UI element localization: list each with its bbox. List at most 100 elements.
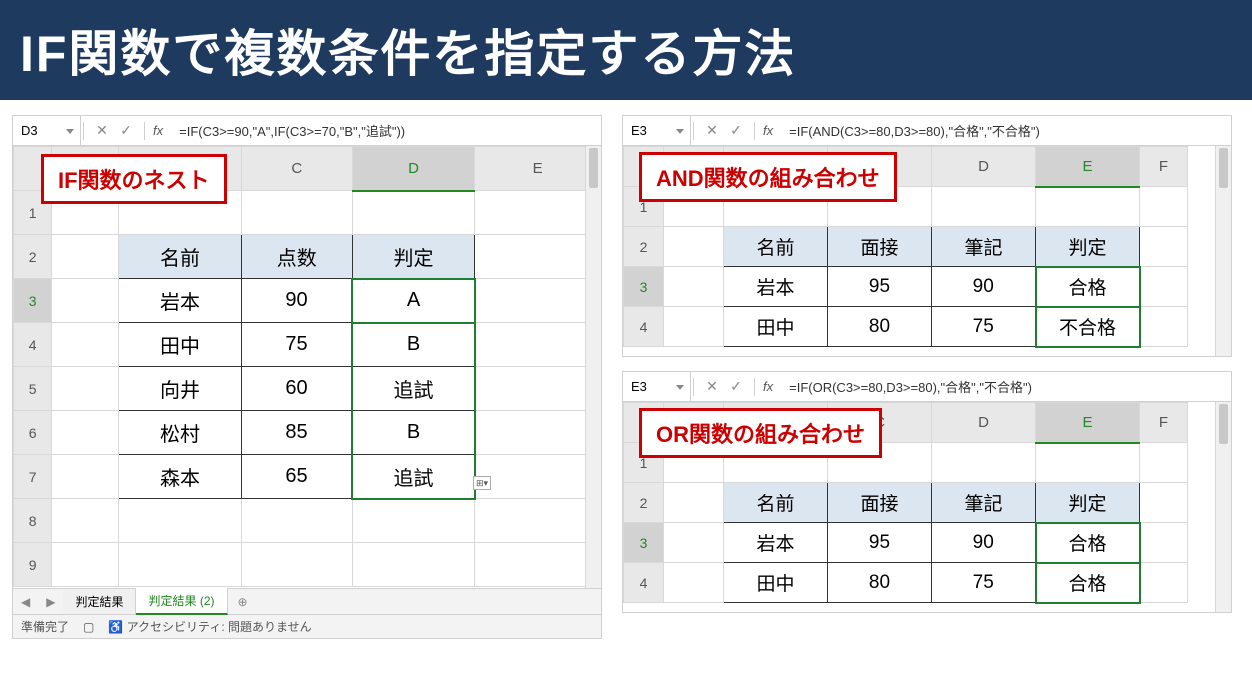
cell[interactable] bbox=[932, 187, 1036, 227]
name-box[interactable]: E3 bbox=[623, 116, 691, 145]
formula-input[interactable]: =IF(AND(C3>=80,D3>=80),"合格","不合格") bbox=[779, 121, 1231, 140]
cell[interactable] bbox=[664, 307, 724, 347]
cell[interactable] bbox=[664, 523, 724, 563]
cell-c2[interactable]: 90 bbox=[932, 267, 1036, 307]
cell[interactable] bbox=[1036, 187, 1140, 227]
cell[interactable] bbox=[475, 191, 601, 235]
cell-c1[interactable]: 95 bbox=[828, 267, 932, 307]
cell[interactable] bbox=[475, 235, 601, 279]
cell[interactable] bbox=[52, 235, 119, 279]
cell-judge[interactable]: 不合格 bbox=[1036, 307, 1140, 347]
cell[interactable] bbox=[475, 499, 601, 543]
header-judge[interactable]: 判定 bbox=[1036, 483, 1140, 523]
row-header-9[interactable]: 9 bbox=[14, 543, 52, 587]
cell-name[interactable]: 向井 bbox=[119, 367, 241, 411]
cell-c2[interactable]: 90 bbox=[932, 523, 1036, 563]
fx-icon[interactable]: fx bbox=[147, 123, 169, 138]
fx-icon[interactable]: fx bbox=[757, 379, 779, 394]
cell[interactable] bbox=[475, 543, 601, 587]
cell[interactable] bbox=[664, 267, 724, 307]
cell[interactable] bbox=[1140, 563, 1188, 603]
cell[interactable] bbox=[475, 367, 601, 411]
cancel-icon[interactable]: ✕ bbox=[700, 120, 724, 142]
confirm-icon[interactable]: ✓ bbox=[724, 120, 748, 142]
cell[interactable] bbox=[1140, 483, 1188, 523]
row-header-8[interactable]: 8 bbox=[14, 499, 52, 543]
cancel-icon[interactable]: ✕ bbox=[90, 120, 114, 142]
row-header-3[interactable]: 3 bbox=[624, 267, 664, 307]
cell[interactable] bbox=[475, 279, 601, 323]
cell[interactable] bbox=[241, 191, 352, 235]
col-header-D[interactable]: D bbox=[932, 403, 1036, 443]
cell[interactable] bbox=[52, 279, 119, 323]
cell[interactable] bbox=[52, 323, 119, 367]
cell[interactable] bbox=[1140, 307, 1188, 347]
header-name[interactable]: 名前 bbox=[119, 235, 241, 279]
cell-judge[interactable]: 合格 bbox=[1036, 563, 1140, 603]
cell-score[interactable]: 65 bbox=[241, 455, 352, 499]
cell-score[interactable]: 85 bbox=[241, 411, 352, 455]
col-header-F[interactable]: F bbox=[1140, 147, 1188, 187]
cell-name[interactable]: 松村 bbox=[119, 411, 241, 455]
cell[interactable] bbox=[52, 499, 119, 543]
cell-name[interactable]: 田中 bbox=[119, 323, 241, 367]
cell-name[interactable]: 田中 bbox=[724, 307, 828, 347]
name-box[interactable]: D3 bbox=[13, 116, 81, 145]
row-header-4[interactable]: 4 bbox=[14, 323, 52, 367]
cell[interactable] bbox=[664, 227, 724, 267]
header-written[interactable]: 筆記 bbox=[932, 483, 1036, 523]
vertical-scrollbar[interactable] bbox=[1215, 146, 1231, 356]
row-header-7[interactable]: 7 bbox=[14, 455, 52, 499]
col-header-F[interactable]: F bbox=[1140, 403, 1188, 443]
col-header-E[interactable]: E bbox=[1036, 403, 1140, 443]
row-header-3[interactable]: 3 bbox=[624, 523, 664, 563]
cell[interactable] bbox=[1140, 523, 1188, 563]
cell[interactable] bbox=[52, 367, 119, 411]
vertical-scrollbar[interactable] bbox=[1215, 402, 1231, 612]
cell[interactable] bbox=[1140, 187, 1188, 227]
cell[interactable] bbox=[1036, 443, 1140, 483]
cell[interactable] bbox=[664, 483, 724, 523]
row-header-4[interactable]: 4 bbox=[624, 563, 664, 603]
cell-judge[interactable]: B bbox=[352, 323, 474, 367]
fx-icon[interactable]: fx bbox=[757, 123, 779, 138]
name-box[interactable]: E3 bbox=[623, 372, 691, 401]
row-header-5[interactable]: 5 bbox=[14, 367, 52, 411]
header-name[interactable]: 名前 bbox=[724, 483, 828, 523]
cell-judge[interactable]: 追試 bbox=[352, 367, 474, 411]
cell-judge[interactable]: B bbox=[352, 411, 474, 455]
cell-judge-selected[interactable]: 合格 bbox=[1036, 523, 1140, 563]
row-header-6[interactable]: 6 bbox=[14, 411, 52, 455]
autofill-options-icon[interactable]: ⊞▾ bbox=[473, 476, 491, 490]
cell-c1[interactable]: 95 bbox=[828, 523, 932, 563]
cell[interactable] bbox=[52, 455, 119, 499]
cell-judge-selected[interactable]: 合格 bbox=[1036, 267, 1140, 307]
cell[interactable] bbox=[932, 443, 1036, 483]
cell-score[interactable]: 75 bbox=[241, 323, 352, 367]
sheet-tab-active[interactable]: 判定結果 (2) bbox=[136, 588, 227, 615]
vertical-scrollbar[interactable] bbox=[585, 146, 601, 588]
cell[interactable] bbox=[119, 543, 241, 587]
confirm-icon[interactable]: ✓ bbox=[114, 120, 138, 142]
cell[interactable] bbox=[1140, 267, 1188, 307]
cell[interactable] bbox=[475, 323, 601, 367]
col-header-C[interactable]: C bbox=[241, 147, 352, 191]
row-header-3[interactable]: 3 bbox=[14, 279, 52, 323]
cell-name[interactable]: 岩本 bbox=[724, 523, 828, 563]
cell-judge[interactable]: 追試 bbox=[352, 455, 474, 499]
col-header-D[interactable]: D bbox=[932, 147, 1036, 187]
cell-c2[interactable]: 75 bbox=[932, 563, 1036, 603]
cell[interactable] bbox=[241, 543, 352, 587]
tab-nav-prev-icon[interactable]: ◀ bbox=[13, 595, 38, 609]
cell-name[interactable]: 田中 bbox=[724, 563, 828, 603]
header-score[interactable]: 点数 bbox=[241, 235, 352, 279]
formula-input[interactable]: =IF(C3>=90,"A",IF(C3>=70,"B","追試")) bbox=[169, 121, 601, 140]
cell[interactable] bbox=[475, 455, 601, 499]
cell[interactable] bbox=[241, 499, 352, 543]
col-header-E[interactable]: E bbox=[475, 147, 601, 191]
cell-c1[interactable]: 80 bbox=[828, 307, 932, 347]
cell-score[interactable]: 60 bbox=[241, 367, 352, 411]
cancel-icon[interactable]: ✕ bbox=[700, 376, 724, 398]
row-header-4[interactable]: 4 bbox=[624, 307, 664, 347]
formula-input[interactable]: =IF(OR(C3>=80,D3>=80),"合格","不合格") bbox=[779, 377, 1231, 396]
